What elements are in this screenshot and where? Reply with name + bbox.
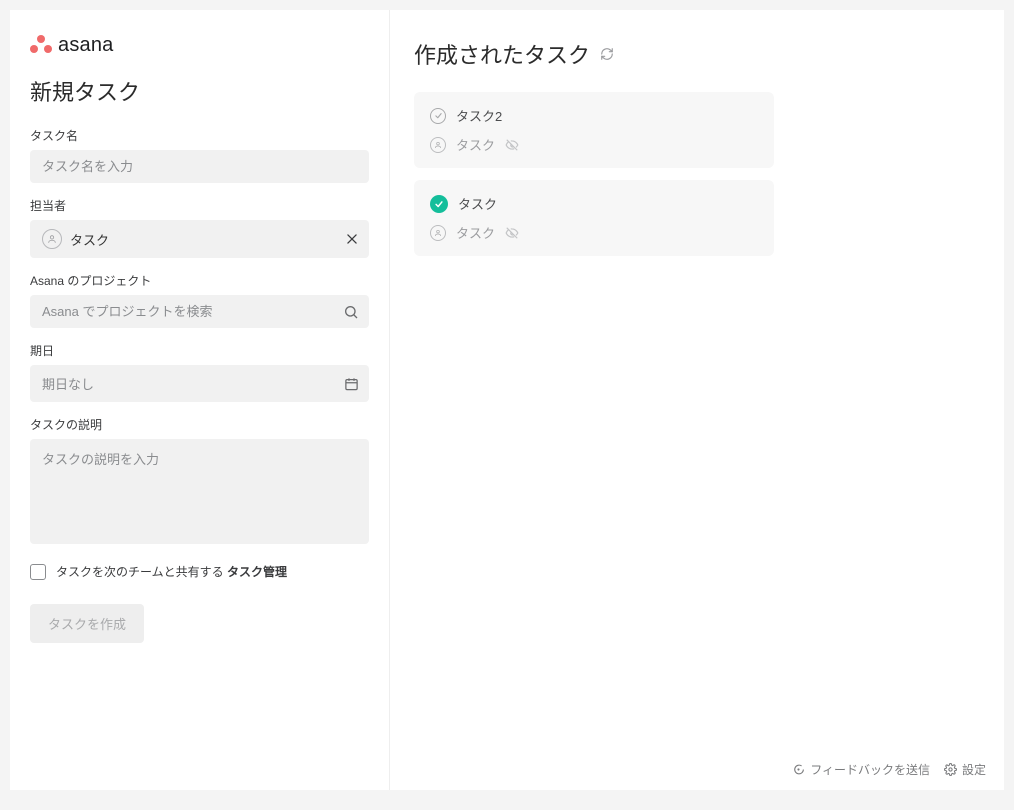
hidden-icon [505,138,519,152]
task-title: タスク [458,194,497,213]
share-label: タスクを次のチームと共有する タスク管理 [56,563,287,580]
assignee-label: 担当者 [30,197,369,214]
hidden-icon [505,226,519,240]
share-checkbox[interactable] [30,564,46,580]
person-icon [42,229,62,249]
share-prefix: タスクを次のチームと共有する [56,565,227,579]
gear-icon [944,763,957,776]
feedback-link[interactable]: フィードバックを送信 [792,761,930,778]
person-icon [430,137,446,153]
task-assignee: タスク [456,135,495,154]
new-task-title: 新規タスク [30,75,369,107]
create-task-button[interactable]: タスクを作成 [30,604,144,643]
clear-assignee-button[interactable] [345,232,359,246]
assignee-field[interactable]: タスク [30,220,369,258]
settings-label: 設定 [962,761,986,778]
share-team-name: タスク管理 [227,565,287,579]
created-tasks-title: 作成されたタスク [414,38,590,70]
person-icon [430,225,446,241]
task-assignee: タスク [456,223,495,242]
description-textarea[interactable] [30,439,369,544]
asana-logo-text: asana [58,34,114,57]
calendar-icon [344,376,359,391]
task-name-label: タスク名 [30,127,369,144]
task-check-icon[interactable] [430,108,446,124]
project-label: Asana のプロジェクト [30,272,369,289]
due-date-field[interactable]: 期日なし [30,365,369,402]
due-date-placeholder: 期日なし [42,374,94,393]
task-check-icon[interactable] [430,195,448,213]
asana-logo: asana [30,34,369,57]
refresh-icon[interactable] [600,47,614,61]
speech-bubble-icon [792,763,805,776]
due-date-label: 期日 [30,342,369,359]
feedback-label: フィードバックを送信 [810,761,930,778]
description-label: タスクの説明 [30,416,369,433]
task-card[interactable]: タスク タスク [414,180,774,256]
project-search-input[interactable] [30,295,369,328]
task-title: タスク2 [456,106,502,125]
search-icon [343,304,359,320]
settings-link[interactable]: 設定 [944,761,986,778]
task-card[interactable]: タスク2 タスク [414,92,774,168]
assignee-value: タスク [70,230,109,249]
asana-logo-icon [30,35,52,57]
task-name-input[interactable] [30,150,369,183]
